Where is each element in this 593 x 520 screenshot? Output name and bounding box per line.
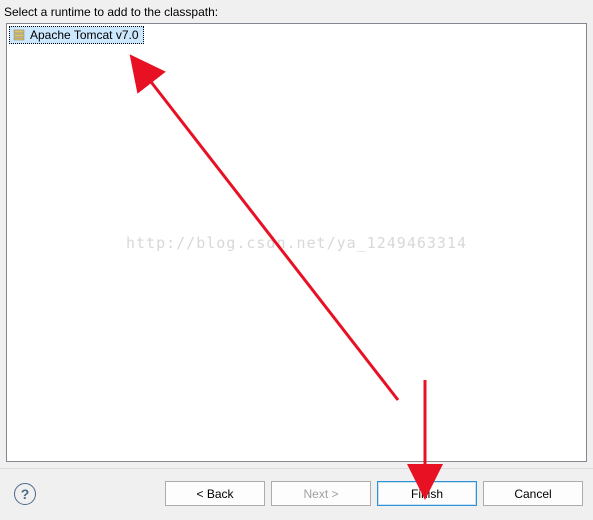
help-icon[interactable]: ? bbox=[14, 483, 36, 505]
runtime-list-item[interactable]: Apache Tomcat v7.0 bbox=[9, 26, 144, 44]
cancel-button[interactable]: Cancel bbox=[483, 481, 583, 506]
finish-button[interactable]: Finish bbox=[377, 481, 477, 506]
server-icon bbox=[12, 28, 26, 42]
dialog-content: Select a runtime to add to the classpath… bbox=[0, 0, 593, 520]
next-button: Next > bbox=[271, 481, 371, 506]
prompt-label: Select a runtime to add to the classpath… bbox=[0, 0, 593, 23]
help-symbol: ? bbox=[21, 486, 30, 502]
back-button[interactable]: < Back bbox=[165, 481, 265, 506]
runtime-item-label: Apache Tomcat v7.0 bbox=[30, 28, 139, 42]
button-bar: ? < Back Next > Finish Cancel bbox=[0, 469, 593, 520]
watermark-text: http://blog.csdn.net/ya_1249463314 bbox=[126, 234, 467, 252]
runtime-list[interactable]: Apache Tomcat v7.0 http://blog.csdn.net/… bbox=[6, 23, 587, 462]
